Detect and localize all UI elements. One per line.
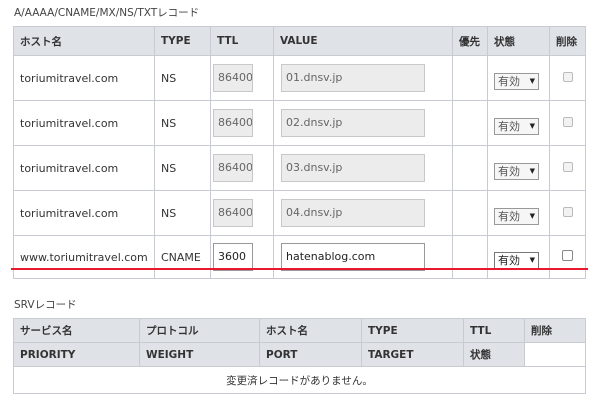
priority-cell — [452, 100, 488, 146]
col-header-target: TARGET — [361, 342, 464, 367]
ttl-input[interactable]: 86400 — [213, 64, 253, 92]
srv-header-row: サービス名 プロトコル ホスト名 TYPE TTL 削除 — [13, 318, 586, 343]
value-text: 04.dnsv.jp — [286, 206, 343, 219]
host-cell: toriumitravel.com — [13, 100, 155, 146]
triangle-down-icon: ▼ — [529, 122, 535, 130]
col-header-ttl: TTL — [210, 26, 274, 56]
highlight-underline — [11, 268, 588, 270]
col-header-status: 状態 — [463, 342, 525, 367]
status-select[interactable]: 有効 ▼ — [494, 251, 539, 269]
delete-checkbox[interactable] — [562, 206, 573, 217]
type-cell: NS — [154, 145, 211, 191]
ttl-input[interactable]: 3600 — [213, 243, 253, 271]
col-header-host: ホスト名 — [259, 318, 362, 343]
col-header-type: TYPE — [154, 26, 211, 56]
status-selected: 有効 — [498, 254, 520, 267]
dns-section-title: A/AAAA/CNAME/MX/NS/TXTレコード — [14, 7, 200, 19]
col-header-host: ホスト名 — [13, 26, 155, 56]
status-selected: 有効 — [498, 75, 520, 88]
table-row: toriumitravel.com NS 86400 02.dnsv.jp 有効… — [13, 100, 586, 146]
value-input[interactable]: hatenablog.com — [281, 243, 425, 271]
status-selected: 有効 — [498, 120, 520, 133]
ttl-value: 86400 — [218, 71, 253, 84]
triangle-down-icon: ▼ — [529, 212, 535, 220]
table-row: toriumitravel.com NS 86400 04.dnsv.jp 有効… — [13, 190, 586, 236]
delete-checkbox[interactable] — [562, 250, 573, 261]
ttl-input[interactable]: 86400 — [213, 154, 253, 182]
status-selected: 有効 — [498, 210, 520, 223]
ttl-value: 86400 — [218, 161, 253, 174]
value-text: 03.dnsv.jp — [286, 161, 343, 174]
host-cell: toriumitravel.com — [13, 145, 155, 191]
delete-checkbox[interactable] — [562, 116, 573, 127]
ttl-value: 86400 — [218, 206, 253, 219]
priority-cell — [452, 235, 488, 279]
ttl-input[interactable]: 86400 — [213, 109, 253, 137]
host-cell: toriumitravel.com — [13, 190, 155, 236]
value-text: 02.dnsv.jp — [286, 116, 343, 129]
col-header-value: VALUE — [273, 26, 453, 56]
srv-section-title: SRVレコード — [14, 299, 77, 311]
col-header-delete: 削除 — [524, 318, 586, 343]
value-text: hatenablog.com — [286, 250, 376, 263]
col-header-delete: 削除 — [549, 26, 586, 56]
dns-records-table: ホスト名 TYPE TTL VALUE 優先 状態 削除 toriumitrav… — [13, 26, 586, 279]
col-header-status: 状態 — [487, 26, 550, 56]
dns-header-row: ホスト名 TYPE TTL VALUE 優先 状態 削除 — [13, 26, 586, 56]
host-cell: www.toriumitravel.com — [13, 235, 155, 279]
status-select[interactable]: 有効 ▼ — [494, 72, 539, 90]
status-select[interactable]: 有効 ▼ — [494, 117, 539, 135]
col-header-weight: WEIGHT — [139, 342, 260, 367]
priority-cell — [452, 190, 488, 236]
table-row: toriumitravel.com NS 86400 01.dnsv.jp 有効… — [13, 55, 586, 101]
ttl-input[interactable]: 86400 — [213, 199, 253, 227]
empty-message: 変更済レコードがありません。 — [13, 366, 586, 394]
empty-row: 変更済レコードがありません。 — [13, 366, 586, 394]
value-input[interactable]: 04.dnsv.jp — [281, 199, 425, 227]
status-select[interactable]: 有効 ▼ — [494, 207, 539, 225]
col-header-type: TYPE — [361, 318, 464, 343]
col-header-service: サービス名 — [13, 318, 140, 343]
delete-checkbox[interactable] — [562, 161, 573, 172]
ttl-value: 3600 — [218, 250, 246, 263]
table-row: www.toriumitravel.com CNAME 3600 hatenab… — [13, 235, 586, 279]
col-header-ttl: TTL — [463, 318, 525, 343]
triangle-down-icon: ▼ — [529, 167, 535, 175]
srv-header-row: PRIORITY WEIGHT PORT TARGET 状態 — [13, 342, 586, 367]
status-selected: 有効 — [498, 165, 520, 178]
value-text: 01.dnsv.jp — [286, 71, 343, 84]
type-cell: NS — [154, 100, 211, 146]
value-input[interactable]: 02.dnsv.jp — [281, 109, 425, 137]
delete-checkbox[interactable] — [562, 71, 573, 82]
value-input[interactable]: 03.dnsv.jp — [281, 154, 425, 182]
col-header-priority: 優先 — [452, 26, 488, 56]
col-header-protocol: プロトコル — [139, 318, 260, 343]
type-cell: NS — [154, 55, 211, 101]
triangle-down-icon: ▼ — [529, 256, 535, 264]
type-cell: CNAME — [154, 235, 211, 279]
priority-cell — [452, 55, 488, 101]
blank-header-cell — [524, 342, 586, 367]
col-header-priority: PRIORITY — [13, 342, 140, 367]
type-cell: NS — [154, 190, 211, 236]
status-select[interactable]: 有効 ▼ — [494, 162, 539, 180]
srv-records-table: サービス名 プロトコル ホスト名 TYPE TTL 削除 PRIORITY WE… — [13, 318, 586, 394]
host-cell: toriumitravel.com — [13, 55, 155, 101]
table-row: toriumitravel.com NS 86400 03.dnsv.jp 有効… — [13, 145, 586, 191]
triangle-down-icon: ▼ — [529, 77, 535, 85]
priority-cell — [452, 145, 488, 191]
col-header-port: PORT — [259, 342, 362, 367]
value-input[interactable]: 01.dnsv.jp — [281, 64, 425, 92]
ttl-value: 86400 — [218, 116, 253, 129]
